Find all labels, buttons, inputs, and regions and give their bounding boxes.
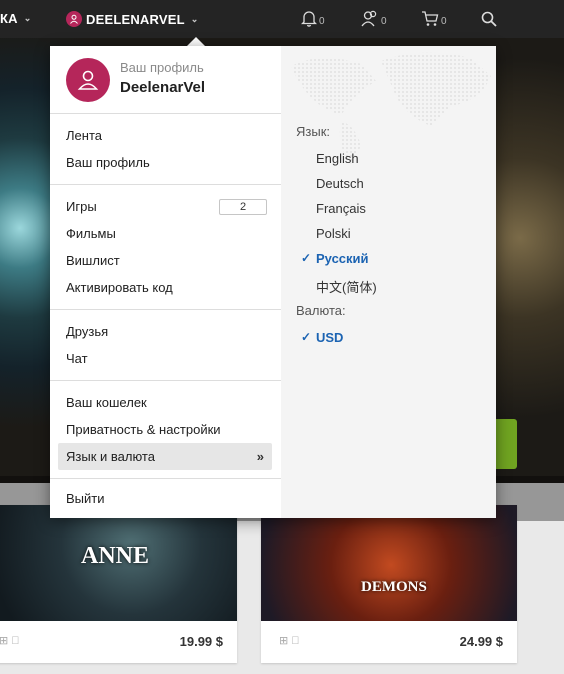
language-label: Язык: [296, 124, 330, 139]
product-card[interactable]: ANNE ⊞  19.99 $ [0, 505, 237, 663]
language-option-russian[interactable]: ✓ Русский [301, 251, 369, 266]
language-option-russian-label: Русский [316, 251, 369, 266]
profile-name: DeelenarVel [120, 79, 206, 96]
platform-icons: ⊞  [0, 635, 20, 647]
language-option-english[interactable]: English [316, 151, 359, 166]
notifications-count: 0 [319, 16, 325, 27]
menu-item-redeem-code[interactable]: Активировать код [50, 274, 281, 301]
friends-button[interactable]: 0 [361, 10, 387, 27]
checkmark-icon: ✓ [301, 330, 312, 344]
cart-button[interactable]: 0 [421, 10, 447, 27]
menu-item-games[interactable]: Игры 2 [50, 193, 281, 220]
menu-item-friends[interactable]: Друзья [50, 318, 281, 345]
account-username: DEELENARVEL [86, 11, 185, 27]
menu-item-wallet[interactable]: Ваш кошелек [50, 389, 281, 416]
menu-group-logout: Выйти [50, 479, 281, 518]
menu-item-privacy-settings[interactable]: Приватность & настройки [50, 416, 281, 443]
chevron-down-icon: ⌄ [23, 13, 32, 23]
profile-subtitle: Ваш профиль [120, 60, 204, 75]
world-map-decoration [291, 52, 491, 164]
menu-item-games-label: Игры [66, 199, 97, 214]
friends-icon [361, 10, 377, 27]
menu-item-logout[interactable]: Выйти [50, 485, 281, 512]
menu-group-settings: Ваш кошелек Приватность & настройки Язык… [50, 381, 281, 479]
account-menu-panel: Ваш профиль DeelenarVel Лента Ваш профил… [50, 46, 281, 518]
games-count-badge: 2 [219, 199, 267, 215]
product-card[interactable]: DEMONS ⊞  24.99 $ [261, 505, 517, 663]
search-button[interactable] [481, 11, 497, 27]
menu-item-language-currency-label: Язык и валюта [66, 449, 155, 464]
menu-group-social: Друзья Чат [50, 310, 281, 381]
top-navigation-bar: КА ⌄ DEELENARVEL ⌄ 0 0 0 [0, 0, 564, 38]
avatar [66, 58, 110, 102]
product-price: 19.99 $ [179, 634, 223, 649]
product-art-title: DEMONS [361, 579, 427, 595]
product-art: ANNE [0, 505, 237, 621]
checkmark-icon: ✓ [301, 251, 312, 265]
language-option-french[interactable]: Français [316, 201, 366, 216]
product-art: DEMONS [261, 505, 517, 621]
store-menu[interactable]: КА ⌄ [0, 11, 31, 26]
cart-count: 0 [441, 16, 447, 27]
double-chevron-right-icon: » [256, 449, 264, 464]
menu-item-language-currency[interactable]: Язык и валюта » [58, 443, 272, 470]
currency-label: Валюта: [296, 303, 346, 318]
language-option-chinese[interactable]: 中文(简体) [316, 277, 377, 296]
profile-header[interactable]: Ваш профиль DeelenarVel [50, 46, 281, 114]
menu-item-chat[interactable]: Чат [50, 345, 281, 372]
notifications-button[interactable]: 0 [301, 10, 325, 27]
product-art-title: ANNE [81, 543, 150, 569]
friends-count: 0 [381, 16, 387, 27]
search-icon [481, 11, 497, 27]
menu-item-feed[interactable]: Лента [50, 122, 281, 149]
language-option-polish[interactable]: Polski [316, 226, 351, 241]
bell-icon [301, 11, 317, 27]
menu-item-profile[interactable]: Ваш профиль [50, 149, 281, 176]
menu-group-feed: Лента Ваш профиль [50, 114, 281, 185]
user-icon [77, 70, 99, 90]
store-menu-label: КА [0, 11, 18, 26]
language-option-german[interactable]: Deutsch [316, 176, 364, 191]
account-menu[interactable]: DEELENARVEL ⌄ [66, 11, 199, 27]
account-dropdown: Ваш профиль DeelenarVel Лента Ваш профил… [50, 46, 496, 518]
menu-item-movies[interactable]: Фильмы [50, 220, 281, 247]
menu-item-wishlist[interactable]: Вишлист [50, 247, 281, 274]
platform-icons: ⊞  [279, 635, 300, 647]
language-currency-panel: Язык: English Deutsch Français Polski ✓ … [281, 46, 496, 518]
dropdown-pointer [187, 37, 205, 46]
cart-icon [422, 11, 439, 26]
chevron-down-icon: ⌄ [190, 13, 199, 24]
user-avatar-icon [66, 11, 82, 27]
currency-option-usd-label: USD [316, 330, 344, 345]
product-price: 24.99 $ [459, 634, 503, 649]
menu-group-library: Игры 2 Фильмы Вишлист Активировать код [50, 185, 281, 310]
currency-option-usd[interactable]: ✓ USD [301, 330, 344, 345]
